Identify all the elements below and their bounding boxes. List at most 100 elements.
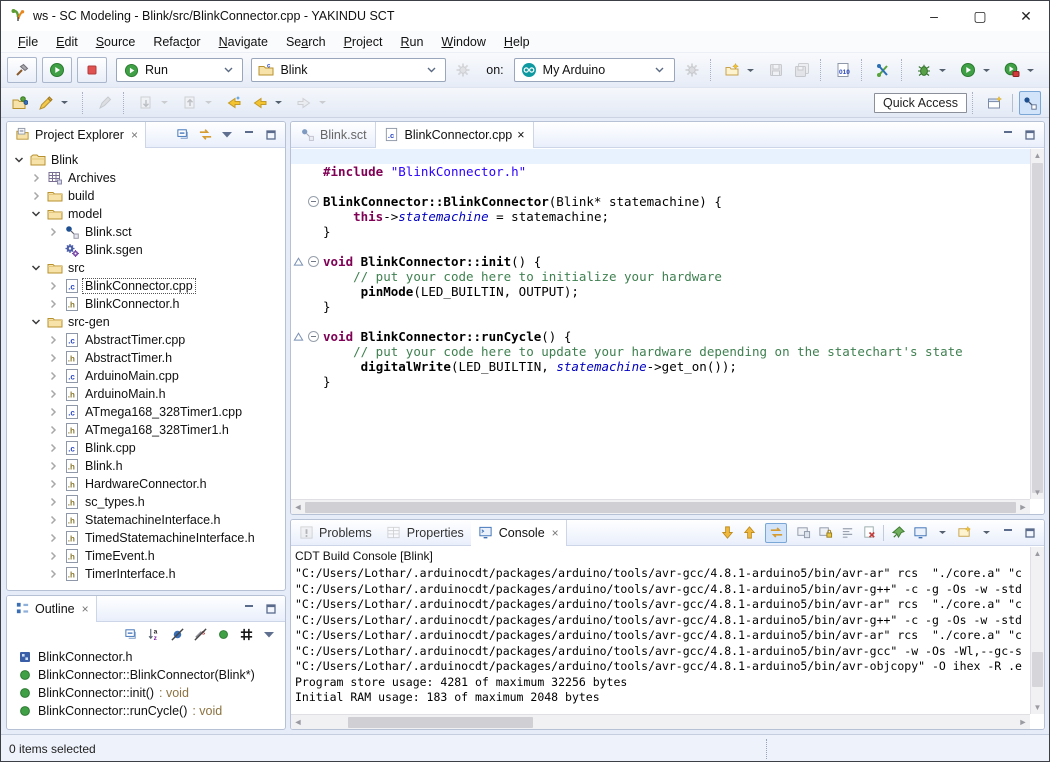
hide-non-public-button[interactable] — [215, 626, 231, 642]
code-line[interactable]: } — [291, 374, 1030, 389]
project-combo[interactable]: c Blink — [251, 58, 446, 82]
tree-item[interactable]: .cBlinkConnector.cpp — [7, 277, 285, 295]
previous-error-button[interactable] — [741, 525, 757, 541]
code-line[interactable]: this->statemachine = statemachine; — [291, 209, 1030, 224]
minimize-view-button[interactable] — [1000, 127, 1016, 143]
build-hammer-button[interactable] — [7, 57, 37, 83]
menu-file[interactable]: File — [9, 33, 47, 51]
tab-blink-sct[interactable]: Blink.sct — [291, 122, 375, 148]
word-wrap-button[interactable] — [795, 525, 811, 541]
tree-item[interactable]: .hTimeEvent.h — [7, 547, 285, 565]
maximize-view-button[interactable] — [1022, 127, 1038, 143]
new-wizard-button[interactable] — [721, 58, 761, 82]
close-icon[interactable]: × — [82, 602, 89, 616]
tree-item[interactable]: .hsc_types.h — [7, 493, 285, 511]
tree-item[interactable]: .hTimerInterface.h — [7, 565, 285, 583]
fold-margin[interactable] — [305, 331, 321, 342]
tab-project-explorer[interactable]: Project Explorer × — [7, 122, 146, 148]
scroll-up-icon[interactable]: ▲ — [1031, 149, 1044, 162]
tree-item[interactable]: src — [7, 259, 285, 277]
tree-item[interactable]: .hArduinoMain.h — [7, 385, 285, 403]
outline-item[interactable]: BlinkConnector::init() : void — [7, 684, 285, 702]
open-perspective-button[interactable] — [984, 91, 1006, 115]
previous-annotation-button[interactable] — [179, 91, 219, 115]
tab-console[interactable]: Console × — [471, 520, 567, 546]
tree-item[interactable]: src-gen — [7, 313, 285, 331]
sort-button[interactable]: az — [146, 626, 162, 642]
code-line[interactable] — [291, 179, 1030, 194]
hide-inactive-button[interactable] — [238, 626, 254, 642]
hide-static-members-button[interactable]: s — [192, 626, 208, 642]
scroll-right-icon[interactable]: ► — [1016, 502, 1030, 512]
minimize-view-button[interactable] — [241, 127, 257, 143]
close-window-button[interactable]: ✕ — [1003, 1, 1049, 31]
maximize-view-button[interactable] — [263, 127, 279, 143]
tree-item[interactable]: .hBlink.h — [7, 457, 285, 475]
code-line[interactable] — [291, 239, 1030, 254]
maximize-window-button[interactable]: ▢ — [957, 1, 1003, 31]
hide-fields-button[interactable] — [169, 626, 185, 642]
highlighter-button[interactable] — [35, 91, 75, 115]
tree-item[interactable]: build — [7, 187, 285, 205]
save-all-button[interactable] — [791, 58, 813, 82]
binary-file-button[interactable]: 010 — [832, 58, 854, 82]
tree-item[interactable]: .hBlinkConnector.h — [7, 295, 285, 313]
scroll-right-icon[interactable]: ► — [1016, 717, 1030, 727]
tree-item[interactable]: .cBlink.cpp — [7, 439, 285, 457]
code-line[interactable]: pinMode(LED_BUILTIN, OUTPUT); — [291, 284, 1030, 299]
menu-refactor[interactable]: Refactor — [144, 33, 209, 51]
tree-item[interactable]: .hHardwareConnector.h — [7, 475, 285, 493]
run-play-button[interactable] — [42, 57, 72, 83]
outline-item[interactable]: BlinkConnector::runCycle() : void — [7, 702, 285, 720]
tree-item[interactable]: Blink.sct — [7, 223, 285, 241]
menu-window[interactable]: Window — [432, 33, 494, 51]
next-error-button[interactable] — [719, 525, 735, 541]
link-with-editor-button[interactable] — [197, 127, 213, 143]
display-console-button[interactable] — [912, 525, 928, 541]
dropdown-arrow-icon[interactable] — [934, 525, 950, 541]
code-line[interactable]: // put your code here to initialize your… — [291, 269, 1030, 284]
maximize-view-button[interactable] — [1022, 525, 1038, 541]
next-annotation-button[interactable] — [135, 91, 175, 115]
back-button[interactable] — [249, 91, 289, 115]
scroll-down-icon[interactable]: ▼ — [1031, 486, 1044, 499]
scroll-left-icon[interactable]: ◄ — [291, 717, 305, 727]
tree-item[interactable]: Archives — [7, 169, 285, 187]
code-editor[interactable]: #include "BlinkConnector.h"BlinkConnecto… — [291, 149, 1030, 499]
target-settings-gear-button[interactable] — [681, 58, 703, 82]
tree-item[interactable]: Blink.sgen — [7, 241, 285, 259]
close-icon[interactable]: × — [131, 128, 138, 142]
tree-item[interactable]: .hATmega168_328Timer1.h — [7, 421, 285, 439]
menu-help[interactable]: Help — [495, 33, 539, 51]
collapse-all-button[interactable] — [175, 127, 191, 143]
collapse-all-button[interactable] — [123, 626, 139, 642]
scroll-up-icon[interactable]: ▲ — [1031, 547, 1044, 560]
run-config-combo[interactable]: Run — [116, 58, 243, 82]
code-line[interactable] — [291, 149, 1030, 164]
debug-button[interactable] — [913, 58, 953, 82]
stop-button[interactable] — [77, 57, 107, 83]
console-vertical-scrollbar[interactable]: ▲ ▼ — [1030, 547, 1044, 714]
tree-item[interactable]: .hTimedStatemachineInterface.h — [7, 529, 285, 547]
tree-item[interactable]: .cArduinoMain.cpp — [7, 367, 285, 385]
console-horizontal-scrollbar[interactable]: ◄ ► — [291, 714, 1030, 729]
minimize-view-button[interactable] — [1000, 525, 1016, 541]
open-element-button[interactable] — [9, 91, 31, 115]
menu-search[interactable]: Search — [277, 33, 335, 51]
view-menu-button[interactable] — [219, 127, 235, 143]
minimize-window-button[interactable]: – — [911, 1, 957, 31]
code-line[interactable]: // put your code here to update your har… — [291, 344, 1030, 359]
console-output[interactable]: "C:/Users/Lothar/.arduinocdt/packages/ar… — [291, 566, 1030, 714]
code-line[interactable]: } — [291, 299, 1030, 314]
open-console-button[interactable] — [956, 525, 972, 541]
menu-edit[interactable]: Edit — [47, 33, 87, 51]
pin-console-button[interactable] — [890, 525, 906, 541]
tree-item[interactable]: model — [7, 205, 285, 223]
outline-item[interactable]: BlinkConnector::BlinkConnector(Blink*) — [7, 666, 285, 684]
sc-modeling-perspective-button[interactable] — [1019, 91, 1041, 115]
fold-margin[interactable] — [305, 256, 321, 267]
tree-item[interactable]: .cATmega168_328Timer1.cpp — [7, 403, 285, 421]
code-line[interactable]: } — [291, 224, 1030, 239]
save-button[interactable] — [765, 58, 787, 82]
tab-properties[interactable]: Properties — [379, 520, 471, 546]
